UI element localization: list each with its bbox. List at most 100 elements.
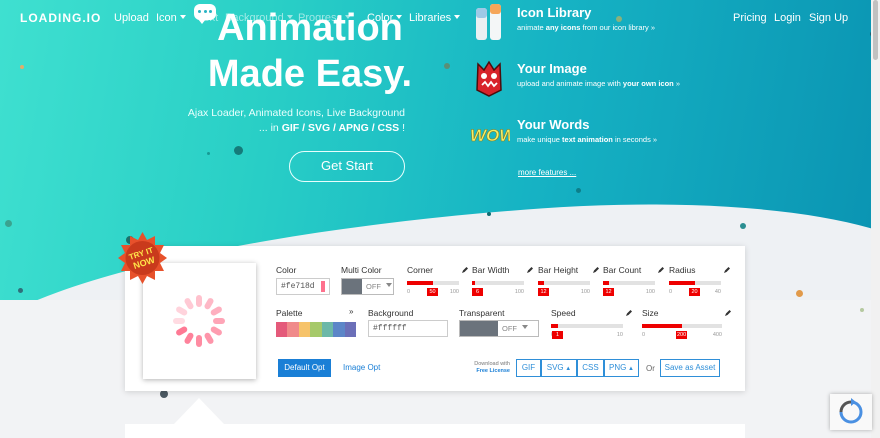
palette-swatch — [287, 322, 299, 337]
pencil-icon[interactable] — [657, 266, 665, 274]
slider-value[interactable]: 12 — [538, 288, 549, 296]
nav-login[interactable]: Login — [774, 12, 801, 24]
slider[interactable]: 0 200 400 — [642, 322, 722, 340]
slider[interactable]: 06100 — [472, 279, 524, 297]
spinner-bar — [196, 295, 202, 307]
scrollbar-thumb[interactable] — [873, 0, 878, 60]
slider-fill — [669, 281, 695, 285]
slider-value[interactable]: 6 — [472, 288, 483, 296]
hero-subtitle-prefix: ... in — [258, 122, 282, 134]
palette-swatches[interactable] — [276, 322, 356, 337]
slider-label: Bar Height — [538, 265, 579, 275]
png-label: PNG — [609, 363, 627, 372]
slider-value[interactable]: 12 — [603, 288, 614, 296]
slider-value[interactable]: 50 — [427, 288, 438, 296]
feature-desc-pre: make unique — [517, 135, 563, 144]
pencil-icon[interactable] — [461, 266, 469, 274]
monster-image-icon — [476, 60, 502, 97]
slider[interactable]: 012100 — [603, 279, 655, 297]
chevron-double-down-icon[interactable]: » — [349, 307, 353, 316]
background-dot — [444, 63, 450, 69]
toggle-state: OFF — [362, 279, 393, 294]
feature-your-words[interactable]: WOW Your Words make unique text animatio… — [468, 114, 728, 158]
recaptcha-icon — [839, 398, 863, 424]
transparent-label: Transparent — [459, 308, 505, 318]
image-opt-link[interactable]: Image Opt — [343, 363, 380, 372]
panel-pointer — [174, 398, 224, 424]
slider[interactable]: 0.01110 — [551, 322, 623, 340]
palette-swatch — [344, 322, 356, 337]
pencil-icon[interactable] — [625, 309, 633, 317]
save-as-asset-button[interactable]: Save as Asset — [660, 359, 720, 377]
slider-fill — [642, 324, 682, 328]
background-dot — [740, 223, 746, 229]
slider-label: Bar Count — [603, 265, 642, 275]
download-line2: Free License — [476, 368, 510, 374]
multi-color-toggle[interactable]: OFF — [341, 278, 394, 295]
feature-desc-bold: your own icon — [622, 79, 674, 88]
feature-your-image[interactable]: Your Image upload and animate image with… — [468, 58, 728, 102]
pencil-icon[interactable] — [526, 266, 534, 274]
spinner-bar — [204, 332, 214, 344]
feature-icon-library[interactable]: Icon Library animate any icons from our … — [468, 2, 728, 46]
background-dot — [796, 290, 803, 297]
slider-value[interactable]: 20 — [689, 288, 700, 296]
spinner-bar — [176, 326, 188, 336]
slider[interactable]: 0 50 100 — [407, 279, 459, 297]
background-dot — [207, 152, 210, 155]
page-scrollbar[interactable] — [871, 0, 880, 438]
default-opt-button[interactable]: Default Opt — [278, 359, 331, 377]
site-logo[interactable]: LOADING.IO — [20, 11, 101, 25]
slider-label: Corner — [407, 265, 433, 275]
caret-down-icon — [386, 283, 393, 287]
background-input[interactable]: #ffffff — [368, 320, 448, 337]
color-label: Color — [276, 265, 297, 275]
feature-desc-pre: upload and animate image with — [517, 79, 623, 88]
slider-fill — [472, 281, 475, 285]
pencil-icon[interactable] — [723, 266, 731, 274]
slider-track — [551, 324, 623, 328]
more-features-link[interactable]: more features ... — [518, 168, 576, 177]
nav-upload[interactable]: Upload — [114, 12, 149, 24]
pencil-icon[interactable] — [724, 309, 732, 317]
toggle-switch — [342, 279, 362, 294]
nav-signup[interactable]: Sign Up — [809, 12, 848, 24]
transparent-toggle[interactable]: OFF — [459, 320, 539, 337]
png-dropdown-button[interactable]: PNG ▲ — [604, 359, 639, 377]
palette-swatch — [276, 322, 288, 337]
svg-dropdown-button[interactable]: SVG ▲ — [541, 359, 577, 377]
feature-title: Your Words — [517, 117, 590, 132]
hero-subtitle-line2: ... in GIF / SVG / APNG / CSS ! — [150, 121, 405, 136]
get-start-button[interactable]: Get Start — [289, 151, 405, 182]
spinner-bar — [210, 326, 222, 336]
feature-title: Icon Library — [517, 5, 592, 20]
slider-value[interactable]: 1 — [552, 331, 563, 339]
feature-desc-pre: animate — [517, 23, 546, 32]
color-swatch[interactable] — [321, 281, 325, 292]
hero-title-line2: Made Easy. — [207, 53, 413, 95]
download-line1: Download with — [474, 361, 510, 367]
background-dot — [18, 288, 23, 293]
slider-label: Radius — [669, 265, 696, 275]
slider-min: 0 — [407, 289, 411, 295]
slider-value[interactable]: 200 — [676, 331, 688, 339]
slider[interactable]: 012100 — [538, 279, 590, 297]
slider-min: 0 — [669, 289, 673, 295]
nav-icon-menu[interactable]: Icon — [156, 12, 186, 24]
nav-pricing[interactable]: Pricing — [733, 12, 767, 24]
slider-fill — [603, 281, 609, 285]
spinner-bar — [210, 306, 222, 316]
recaptcha-badge[interactable] — [830, 394, 872, 430]
background-dot — [20, 65, 24, 69]
gif-button[interactable]: GIF — [516, 359, 541, 377]
background-dot — [487, 212, 491, 216]
pencil-icon[interactable] — [592, 266, 600, 274]
feature-desc: animate any icons from our icon library … — [517, 23, 655, 32]
slider-fill — [538, 281, 544, 285]
or-label: Or — [646, 364, 655, 373]
css-button[interactable]: CSS — [577, 359, 604, 377]
slider-track — [603, 281, 655, 285]
slider[interactable]: 0 20 40 — [669, 279, 721, 297]
multi-color-label: Multi Color — [341, 265, 382, 275]
nav-icon-label: Icon — [156, 12, 177, 24]
